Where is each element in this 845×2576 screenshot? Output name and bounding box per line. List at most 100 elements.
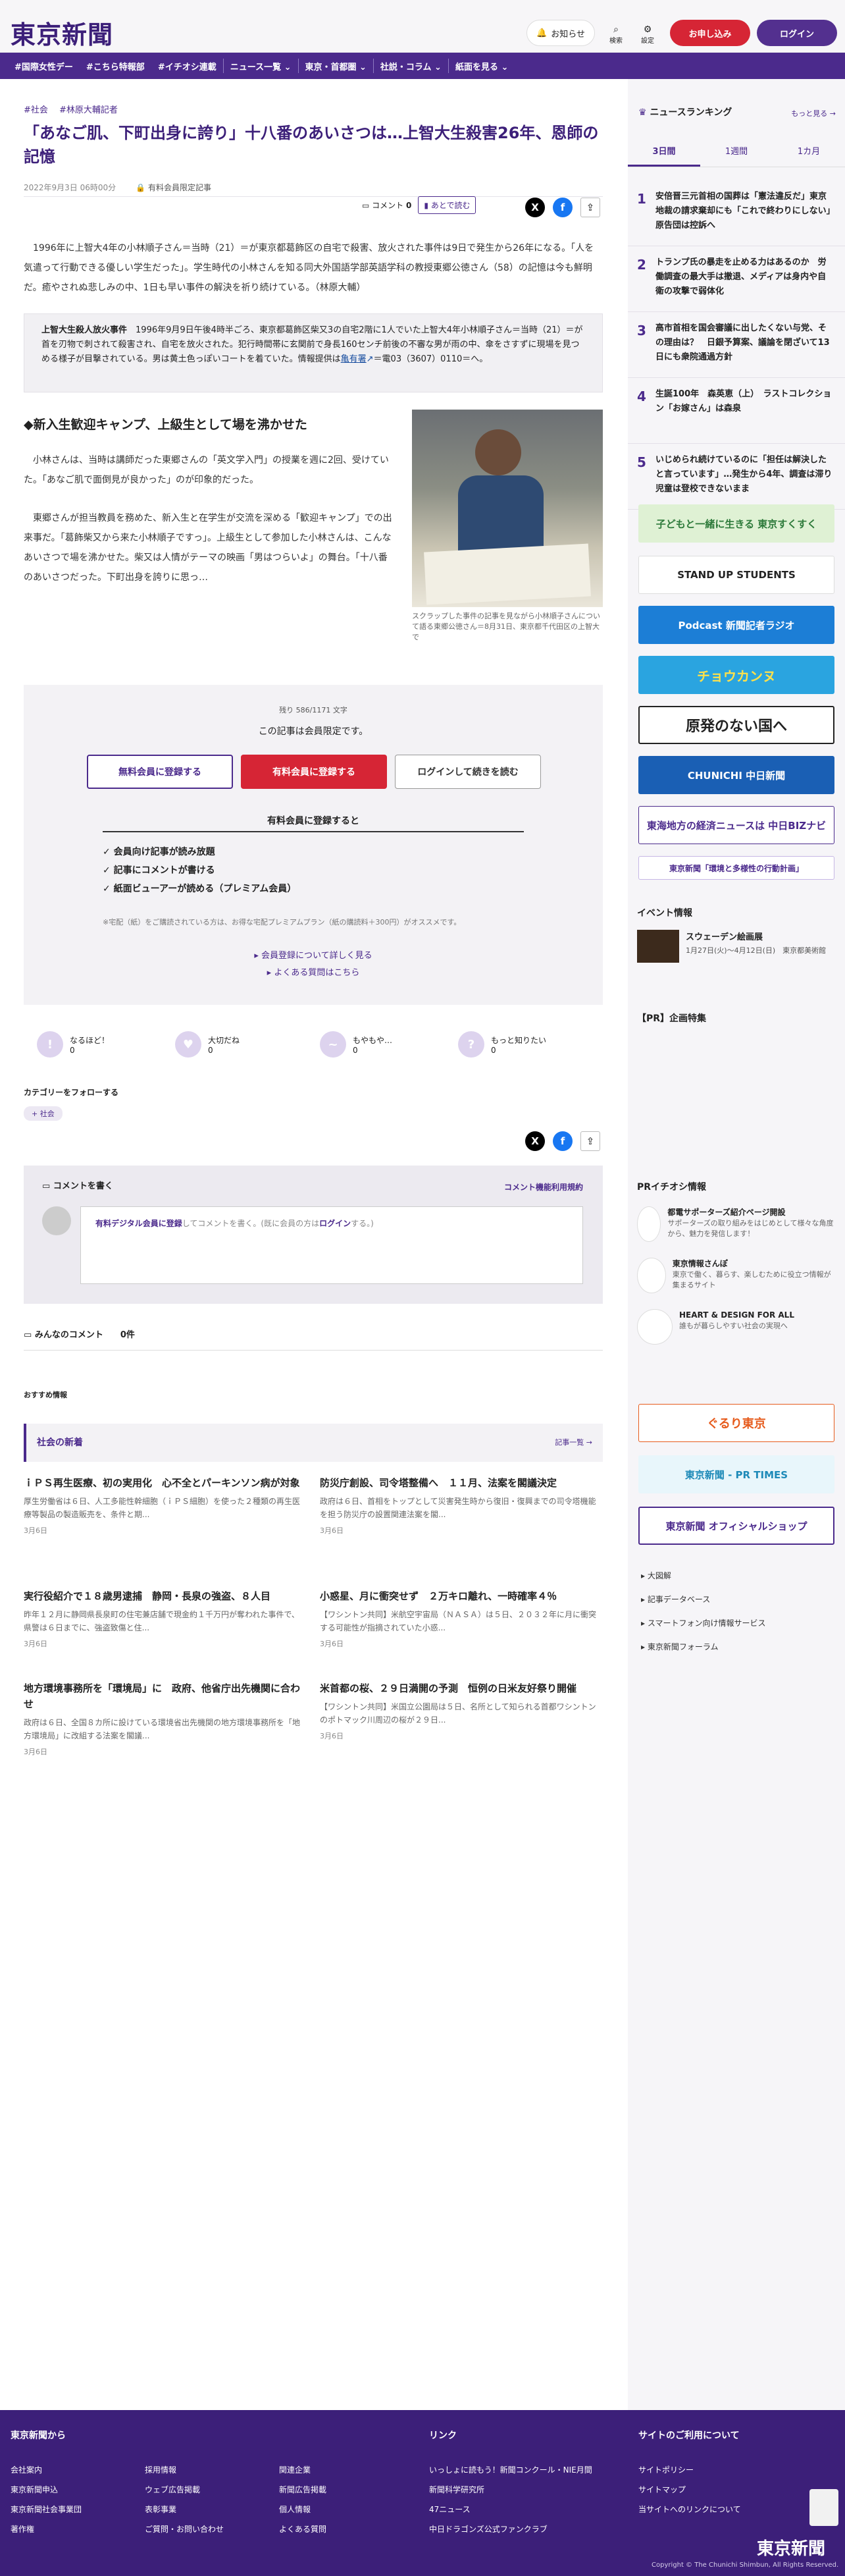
footer-link[interactable]: 47ニュース [429, 2504, 471, 2515]
share-icon[interactable]: ⇪ [580, 1131, 600, 1151]
footer-link[interactable]: サイトポリシー [638, 2464, 694, 2475]
notice-button[interactable]: 🔔 お知らせ [526, 20, 595, 46]
footer-link[interactable]: 東京新聞申込 [11, 2484, 58, 2495]
footer-link[interactable]: 新聞科学研究所 [429, 2484, 484, 2495]
news-card[interactable]: ｉＰＳ再生医療、初の実用化 心不全とパーキンソン病が対象 厚生労働省は６日、人工多… [24, 1475, 300, 1536]
nav-item[interactable]: #イチオシ連載 [151, 60, 223, 72]
ranking-item[interactable]: 4 生誕100年 森英恵（上） ラストコレクション「お嫁さん」は森泉 [628, 378, 845, 444]
footer-link[interactable]: 採用情報 [145, 2464, 176, 2475]
login-continue-button[interactable]: ログインして続きを読む [395, 755, 541, 789]
tab-3days[interactable]: 3日間 [628, 137, 700, 167]
footer-logo[interactable]: 東京新聞 [757, 2535, 825, 2560]
article-photo[interactable] [412, 410, 603, 607]
ranking-item[interactable]: 2 トランプ氏の暴走を止める力はあるのか 労働調査の最大手は撤退、メディアは身内や… [628, 246, 845, 312]
login-link[interactable]: ログイン [319, 1219, 351, 1228]
reaction-taisetsu[interactable]: ♥ 大切だね 0 [175, 1031, 240, 1058]
footer-link[interactable]: 東京新聞社会事業団 [11, 2504, 82, 2515]
pr-item[interactable]: 都電サポーターズ紹介ページ開設 サポーターズの取り組みをはじめとして様々な角度から… [637, 1206, 834, 1248]
banner-prtimes[interactable]: 東京新聞 - PR TIMES [638, 1455, 834, 1493]
reaction-moyamoya[interactable]: ~ もやもや… 0 [320, 1031, 392, 1058]
ranking-item[interactable]: 3 高市首相を国会審議に出したくない与党、その理由は？ 日銀予算案、議論を閉ざいて… [628, 312, 845, 378]
banner-radio[interactable]: Podcast 新聞記者ラジオ [638, 606, 834, 644]
ranking-item[interactable]: 5 いじめられ続けているのに「担任は解決したと言っています」…発生から4年、調査は… [628, 444, 845, 510]
plus-icon: + [32, 1110, 40, 1118]
banner-biz-navi[interactable]: 東海地方の経済ニュースは 中日BIZナビ [638, 806, 834, 844]
paragraph-1: 小林さんは、当時は講師だった東郷さんの「英文学入門」の授業を週に2回、受けていた… [24, 455, 389, 485]
settings-button[interactable]: ⚙ 設定 [634, 20, 661, 49]
side-link[interactable]: ▸ 記事データベース [641, 1594, 710, 1605]
news-card[interactable]: 米首都の桜、２９日満開の予測 恒例の日米友好祭り開催 【ワシントン共同】米国立公園… [320, 1680, 603, 1741]
footer-link[interactable]: ご質問・お問い合わせ [145, 2523, 224, 2535]
comment-link[interactable]: ▭ コメント 0 [362, 200, 411, 211]
side-link[interactable]: ▸ 東京新聞フォーラム [641, 1641, 719, 1652]
news-card[interactable]: 実行役紹介で１８歳男逮捕 静岡・長泉の強盗、８人目 昨年１２月に静岡県長泉町の住宅… [24, 1588, 300, 1649]
footer-link[interactable]: 当サイトへのリンクについて [638, 2504, 741, 2515]
member-info-link[interactable]: ▸ 会員登録について詳しく見る [24, 948, 603, 961]
tab-1month[interactable]: 1カ月 [773, 137, 845, 167]
reaction-naruhodo[interactable]: ! なるほど！ 0 [37, 1031, 109, 1058]
login-button[interactable]: ログイン [757, 20, 837, 46]
news-card[interactable]: 地方環境事務所を「環境局」に 政府、他省庁出先機関に合わせ 政府は６日、全国８カ所… [24, 1680, 300, 1757]
news-card[interactable]: 防災庁創設、司令塔整備へ １１月、法案を閣議決定 政府は６日、首相をトップとして災… [320, 1475, 603, 1536]
site-logo[interactable]: 東京新聞 [11, 14, 113, 51]
tag-link[interactable]: #林原大輔記者 [59, 103, 118, 115]
banner-official-shop[interactable]: 東京新聞 オフィシャルショップ [638, 1507, 834, 1545]
article-meta: 2022年9月3日 06時00分 🔒 有料会員限定記事 [24, 182, 211, 193]
side-link[interactable]: ▸ スマートフォン向け情報サービス [641, 1617, 766, 1628]
comment-input[interactable]: 有料デジタル会員に登録してコメントを書く。(既に会員の方はログインする。) [80, 1206, 583, 1284]
tag-link[interactable]: #社会 [24, 103, 48, 115]
side-link[interactable]: ▸ 大図解 [641, 1570, 671, 1581]
article-list-link[interactable]: 記事一覧 → [555, 1437, 592, 1447]
banner-chunichi[interactable]: CHUNICHI 中日新聞 [638, 756, 834, 794]
nav-item[interactable]: #国際女性デー [8, 60, 80, 72]
comment-policy-link[interactable]: コメント機能利用規約 [504, 1181, 583, 1193]
facebook-share-icon[interactable]: f [553, 198, 573, 217]
register-link[interactable]: 有料デジタル会員に登録 [95, 1219, 182, 1228]
paid-register-button[interactable]: 有料会員に登録する [241, 755, 387, 789]
banner-genpatsu[interactable]: 原発のない国へ [638, 706, 834, 744]
facebook-share-icon[interactable]: f [553, 1131, 573, 1151]
footer-link[interactable]: 個人情報 [279, 2504, 311, 2515]
banner-action-plan[interactable]: 東京新聞「環境と多様性の行動計画」 [638, 856, 834, 880]
share-icon[interactable]: ⇪ [580, 198, 600, 217]
footer-link[interactable]: 著作権 [11, 2523, 34, 2535]
kameari-link[interactable]: 亀有署 [341, 354, 367, 364]
footer-link[interactable]: ウェブ広告掲載 [145, 2484, 200, 2495]
banner-standup-students[interactable]: STAND UP STUDENTS [638, 556, 834, 594]
pr-item[interactable]: HEART & DESIGN FOR ALL 誰もが暮らしやすい社会の実現へ [637, 1309, 834, 1351]
footer-link[interactable]: よくある質問 [279, 2523, 326, 2535]
footer-link[interactable]: 新聞広告掲載 [279, 2484, 326, 2495]
x-share-icon[interactable]: X [525, 198, 545, 217]
nav-item[interactable]: ニュース一覧 ⌄ [224, 60, 298, 72]
banner-gururi-tokyo[interactable]: ぐるり東京 [638, 1404, 834, 1442]
footer-link[interactable]: 表彰事業 [145, 2504, 176, 2515]
faq-link[interactable]: ▸ よくある質問はこちら [24, 965, 603, 978]
nav-item[interactable]: 社説・コラム ⌄ [374, 60, 448, 72]
nav-item[interactable]: 紙面を見る ⌄ [449, 60, 515, 72]
footer-link[interactable]: 会社案内 [11, 2464, 42, 2475]
tab-1week[interactable]: 1週間 [700, 137, 773, 167]
banner-sukusuku[interactable]: 子どもと一緒に生きる 東京すくすく [638, 504, 834, 543]
footer-link[interactable]: いっしょに読もう！新聞コンクール・NIE月間 [429, 2464, 592, 2475]
ranking-more-link[interactable]: もっと見る → [791, 108, 836, 119]
apply-button[interactable]: お申し込み [670, 20, 750, 46]
search-button[interactable]: ⌕ 検索 [603, 20, 629, 49]
free-register-button[interactable]: 無料会員に登録する [87, 755, 233, 789]
event-item[interactable]: スウェーデン絵画展 1月27日(火)～4月12日(日) 東京都美術館 [637, 930, 834, 969]
nav-item[interactable]: #こちら特報部 [80, 60, 151, 72]
footer-link[interactable]: サイトマップ [638, 2484, 686, 2495]
footer-link[interactable]: 関連企業 [279, 2464, 311, 2475]
news-card[interactable]: 小惑星、月に衝突せず ２万キロ離れ、一時確率４％ 【ワシントン共同】米航空宇宙局（… [320, 1588, 603, 1649]
follow-tag-shakai[interactable]: + 社会 [24, 1106, 63, 1121]
footer-link[interactable]: 中日ドラゴンズ公式ファンクラブ [429, 2523, 548, 2535]
read-later-button[interactable]: ▮ あとで読む [418, 196, 476, 214]
reaction-motto[interactable]: ? もっと知りたい 0 [458, 1031, 546, 1058]
case-box-tel: ＝電03（3607）0110＝へ。 [373, 354, 488, 364]
ranking-item[interactable]: 1 安倍晋三元首相の国葬は「憲法違反だ」東京地裁の請求棄却にも「これで終わりにしな… [628, 180, 845, 246]
arrow-right-icon: ▸ [641, 1571, 648, 1580]
rank-number: 5 [637, 454, 646, 470]
nav-item[interactable]: 東京・首都圏 ⌄ [299, 60, 373, 72]
x-share-icon[interactable]: X [525, 1131, 545, 1151]
pr-item[interactable]: 東京情報さんぽ 東京で働く、暮らす、楽しむために役立つ情報が集まるサイト [637, 1258, 834, 1300]
banner-choukannu[interactable]: チョウカンヌ [638, 656, 834, 694]
